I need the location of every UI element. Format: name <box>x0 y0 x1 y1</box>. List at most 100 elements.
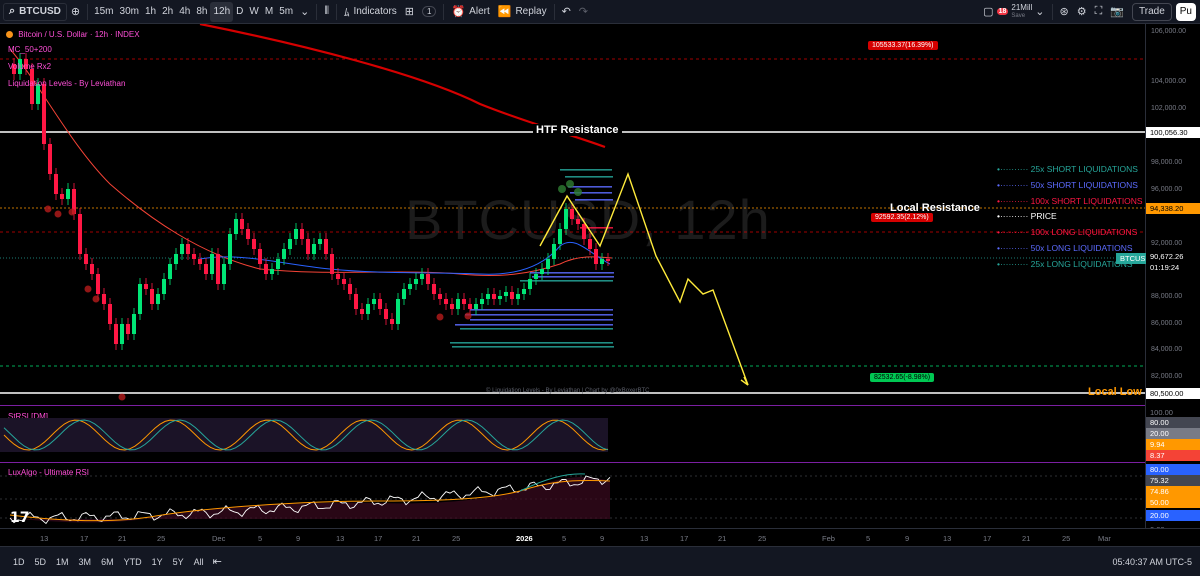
range-6m[interactable]: 6M <box>96 557 119 567</box>
candle-body <box>78 214 82 254</box>
chart-title-row[interactable]: Bitcoin / U.S. Dollar · 12h · INDEX <box>6 30 140 39</box>
strsi-scale-label: 20.00 <box>1146 428 1200 439</box>
candle-body <box>210 254 214 274</box>
price-tick: 106,000.00 <box>1151 28 1187 35</box>
clock-label[interactable]: 05:40:37 AM UTC-5 <box>1112 557 1192 567</box>
timeframe-1h[interactable]: 1h <box>142 2 159 22</box>
timeframe-W[interactable]: W <box>246 2 261 22</box>
liquidation-bubble <box>68 208 76 216</box>
liquidation-bar <box>465 314 613 316</box>
alert-button[interactable]: ⏰ Alert <box>447 2 493 22</box>
candle-body <box>516 294 520 299</box>
indicators-count[interactable]: 1 <box>418 2 440 22</box>
timeframe-5m[interactable]: 5m <box>276 2 296 22</box>
trade-button-wrap: Trade Pu <box>1128 2 1200 22</box>
time-tick: 25 <box>1062 534 1071 543</box>
candle-body <box>426 274 430 284</box>
range-1d[interactable]: 1D <box>8 557 30 567</box>
liquidation-bubble <box>558 185 566 193</box>
candle-body <box>480 299 484 304</box>
camera-icon: 📷 <box>1110 6 1124 18</box>
settings-button[interactable]: ⚙ <box>1073 2 1091 22</box>
range-5y[interactable]: 5Y <box>168 557 189 567</box>
undo-button[interactable]: ↶ <box>558 2 575 22</box>
timeframe-M[interactable]: M <box>262 2 276 22</box>
snapshot-button[interactable]: 📷 <box>1106 2 1128 22</box>
replay-label: Replay <box>515 6 547 17</box>
liq-legend-item: •·········· PRICE <box>997 211 1057 221</box>
timeframe-30m[interactable]: 30m <box>117 2 142 22</box>
range-ytd[interactable]: YTD <box>119 557 147 567</box>
publish-button[interactable]: Pu <box>1175 2 1196 21</box>
candle-body <box>288 239 292 249</box>
timeframe-4h[interactable]: 4h <box>176 2 193 22</box>
range-1m[interactable]: 1M <box>51 557 74 567</box>
timeframe-D[interactable]: D <box>233 2 246 22</box>
candle-body <box>246 229 250 239</box>
alarm-clock-icon: ⏰ <box>451 6 466 18</box>
candle-body <box>306 239 310 254</box>
candle-body <box>48 144 52 174</box>
trade-button[interactable]: Trade <box>1132 2 1172 21</box>
time-tick: Dec <box>212 534 226 543</box>
fullscreen-icon: ⛶ <box>1094 5 1103 17</box>
chart-type-button[interactable]: ⫴ <box>320 2 333 22</box>
time-tick: 9 <box>905 534 910 543</box>
candle-body <box>510 292 514 299</box>
candle-body <box>96 274 100 294</box>
divider <box>553 3 555 20</box>
calendar-range-icon[interactable]: ⇤ <box>213 555 222 568</box>
divider <box>335 3 337 20</box>
indicator-liquidation-label[interactable]: Liquidation Levels - By Leviathan <box>8 79 125 88</box>
liq-legend-label: 50x SHORT LIQUIDATIONS <box>1030 179 1138 190</box>
replay-button[interactable]: ⏪ Replay <box>494 2 551 22</box>
liquidation-bar <box>470 319 613 321</box>
liq-legend-item: •·········· 25x LONG LIQUIDATIONS <box>997 259 1133 269</box>
range-5d[interactable]: 5D <box>30 557 52 567</box>
liq-legend-swatch: •·········· <box>997 211 1031 222</box>
timeframe-2h[interactable]: 2h <box>159 2 176 22</box>
timeframe-15m[interactable]: 15m <box>91 2 116 22</box>
time-tick: 17 <box>983 534 992 543</box>
indicators-button[interactable]: ﾑ Indicators <box>340 2 401 22</box>
candle-body <box>228 234 232 264</box>
price-tick: 84,000.00 <box>1151 346 1183 353</box>
timeframe-12h[interactable]: 12h <box>210 1 234 22</box>
redo-button[interactable]: ↷ <box>575 2 592 22</box>
layout-menu[interactable]: ▢ 18 21Mill Save ⌄ <box>979 2 1048 22</box>
liq-legend-label: 100x LONG LIQUIDATIONS <box>1030 227 1138 238</box>
candle-body <box>600 259 604 264</box>
indicator-volume-label[interactable]: Volume Rx2 <box>8 62 51 71</box>
local-low-label: Local Low <box>1088 386 1142 398</box>
candle-body <box>462 299 466 304</box>
range-all[interactable]: All <box>189 557 209 567</box>
range-1y[interactable]: 1Y <box>147 557 168 567</box>
range-3m[interactable]: 3M <box>74 557 97 567</box>
time-axis[interactable]: 13 17 21 25 Dec 5 9 13 17 21 25 2026 5 9 13 17 21 25 Feb 5 9… <box>0 528 1200 546</box>
candle-body <box>120 324 124 344</box>
time-tick: 5 <box>562 534 567 543</box>
time-tick: 2026 <box>516 534 533 543</box>
symbol-search[interactable]: ⌕ BTCUSD <box>3 2 67 21</box>
time-tick: 13 <box>40 534 49 543</box>
add-symbol-button[interactable]: ⊕ <box>67 2 84 22</box>
templates-button[interactable]: ⊞ <box>401 2 418 22</box>
timeframe-dropdown[interactable]: ⌄ <box>296 2 313 22</box>
strsi-scale-label: 80.00 <box>1146 417 1200 428</box>
price-scale[interactable]: 106,000.00 104,000.00 102,000.00 98,000.00 9… <box>1116 24 1200 535</box>
liq-legend-swatch: •·········· <box>997 179 1031 190</box>
candle-body <box>552 244 556 259</box>
candle-body <box>438 294 442 299</box>
liquidation-bubble <box>84 285 92 293</box>
candle-body <box>432 284 436 294</box>
fullscreen-button[interactable]: ⛶ <box>1091 2 1107 22</box>
time-tick: 5 <box>866 534 871 543</box>
time-tick: 5 <box>258 534 263 543</box>
undo-icon: ↶ <box>561 6 571 18</box>
indicator-ma-label[interactable]: MC_50+200 <box>8 45 52 54</box>
quick-search-button[interactable]: ⊛ <box>1056 2 1073 22</box>
candle-body <box>138 284 142 314</box>
indicators-label: Indicators <box>353 6 397 17</box>
timeframe-8h[interactable]: 8h <box>193 2 210 22</box>
chart-canvas[interactable]: BTCUSD, 12h Bitcoin / U.S. Dollar · 12h … <box>0 24 1145 528</box>
